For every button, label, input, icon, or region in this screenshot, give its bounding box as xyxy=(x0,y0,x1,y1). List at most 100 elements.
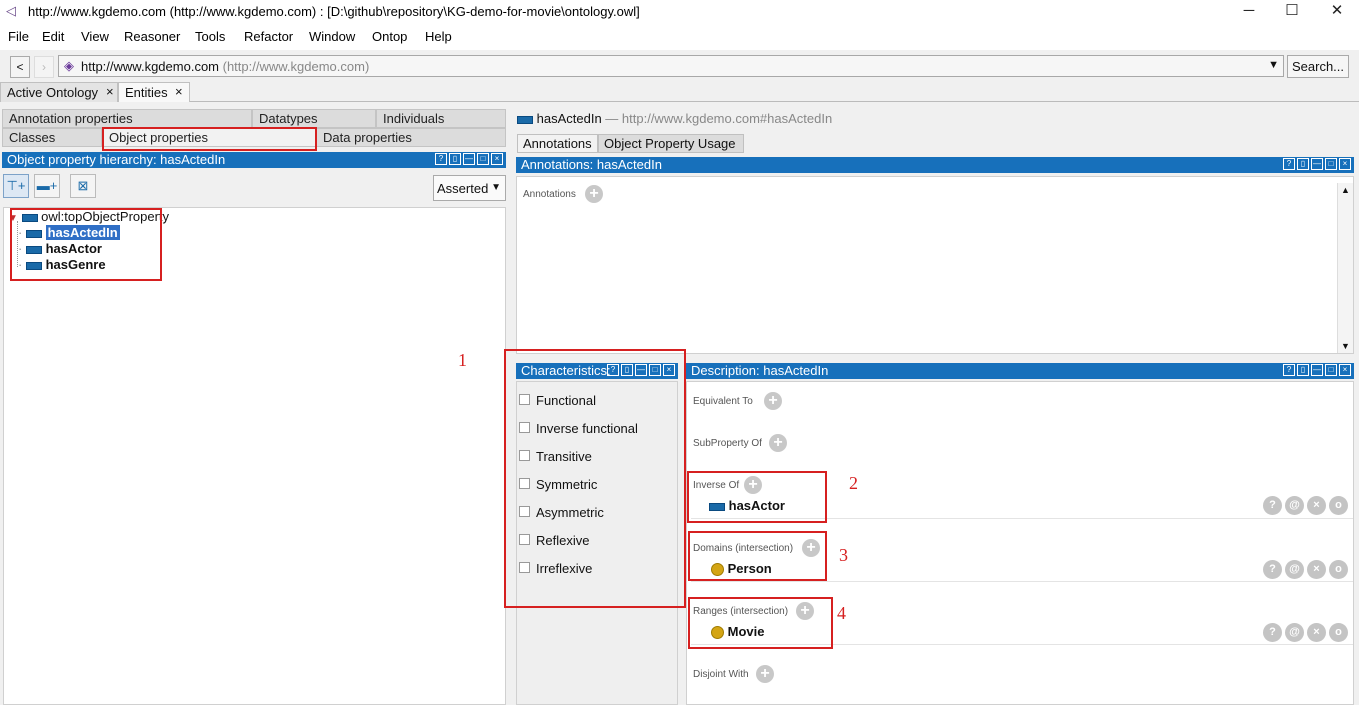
menu-window[interactable]: Window xyxy=(309,29,355,44)
hierarchy-mode-value: Asserted xyxy=(437,181,489,196)
search-button[interactable]: Search... xyxy=(1287,55,1349,78)
tab-object-property-usage[interactable]: Object Property Usage xyxy=(598,134,744,153)
annotate-icon[interactable]: @ xyxy=(1285,560,1304,579)
annotations-header: Annotations: hasActedIn ? ▯ — □ × xyxy=(516,157,1354,173)
add-equivalent-button[interactable]: + xyxy=(764,392,782,410)
help-icon[interactable]: ? xyxy=(1283,158,1295,170)
view-title: Description: hasActedIn xyxy=(691,363,829,378)
callout-3: 3 xyxy=(839,545,848,565)
ontology-iri-field[interactable]: ◈ http://www.kgdemo.com (http://www.kgde… xyxy=(58,55,1284,77)
tab-close-icon[interactable]: × xyxy=(106,84,114,99)
add-sub-property-button[interactable]: ⊤+ xyxy=(3,174,29,198)
window-title: http://www.kgdemo.com (http://www.kgdemo… xyxy=(28,4,640,19)
object-property-hierarchy-header: Object property hierarchy: hasActedIn ? … xyxy=(2,152,506,168)
add-sub-property-icon: ⊤+ xyxy=(6,178,26,193)
entity-name: hasActedIn xyxy=(536,111,602,126)
maximize-button[interactable]: ☐ xyxy=(1269,0,1315,24)
forward-button[interactable]: › xyxy=(34,56,54,78)
menu-tools[interactable]: Tools xyxy=(195,29,225,44)
highlight-box-characteristics xyxy=(504,349,686,608)
back-button[interactable]: < xyxy=(10,56,30,78)
hierarchy-mode-select[interactable]: Asserted ▼ xyxy=(433,175,506,201)
tab-annotations[interactable]: Annotations xyxy=(517,134,598,153)
highlight-box-inverse-of xyxy=(687,471,827,523)
ontology-iri-grey: (http://www.kgdemo.com) xyxy=(222,59,370,74)
close-view-icon[interactable]: × xyxy=(491,153,503,165)
subtab-data-properties[interactable]: Data properties xyxy=(316,128,506,147)
help-icon[interactable]: ? xyxy=(1283,364,1295,376)
split-icon[interactable]: ▯ xyxy=(1297,364,1309,376)
tab-label: Active Ontology xyxy=(7,85,99,100)
property-tree: ▼ owl:topObjectProperty · hasActedIn · h… xyxy=(3,207,506,705)
subtab-individuals[interactable]: Individuals xyxy=(376,109,506,128)
minimize-view-icon[interactable]: — xyxy=(1311,364,1323,376)
add-disjoint-button[interactable]: + xyxy=(756,665,774,683)
add-sibling-property-button[interactable]: ▬+ xyxy=(34,174,60,198)
view-title: Object property hierarchy: hasActedIn xyxy=(7,152,226,167)
edit-icon[interactable]: o xyxy=(1329,623,1348,642)
object-property-icon xyxy=(517,115,533,124)
menu-reasoner[interactable]: Reasoner xyxy=(124,29,180,44)
ontology-iri: http://www.kgdemo.com (http://www.kgdemo… xyxy=(81,59,369,74)
scroll-down-icon[interactable]: ▼ xyxy=(1341,341,1350,351)
subtab-datatypes[interactable]: Datatypes xyxy=(252,109,376,128)
menu-view[interactable]: View xyxy=(81,29,109,44)
subtab-annotation-properties[interactable]: Annotation properties xyxy=(2,109,252,128)
delete-icon[interactable]: × xyxy=(1307,560,1326,579)
minimize-view-icon[interactable]: — xyxy=(463,153,475,165)
ontology-iri-text: http://www.kgdemo.com xyxy=(81,59,219,74)
delete-icon[interactable]: × xyxy=(1307,623,1326,642)
maximize-view-icon[interactable]: □ xyxy=(477,153,489,165)
menu-bar: File Edit View Reasoner Tools Refactor W… xyxy=(0,24,1359,50)
equivalent-to-label: Equivalent To xyxy=(693,396,753,407)
highlight-box-domains xyxy=(688,531,827,581)
view-header-icons: ? ▯ — □ × xyxy=(1283,158,1351,170)
menu-ontop[interactable]: Ontop xyxy=(372,29,407,44)
help-icon[interactable]: ? xyxy=(435,153,447,165)
tab-close-icon[interactable]: × xyxy=(175,84,183,99)
edit-icon[interactable]: o xyxy=(1329,560,1348,579)
annotate-icon[interactable]: @ xyxy=(1285,496,1304,515)
highlight-box-tree xyxy=(10,208,162,281)
view-header-icons: ? ▯ — □ × xyxy=(1283,364,1351,376)
delete-property-button[interactable]: ⊠ xyxy=(70,174,96,198)
menu-file[interactable]: File xyxy=(8,29,29,44)
menu-help[interactable]: Help xyxy=(425,29,452,44)
minimize-button[interactable]: ─ xyxy=(1226,0,1272,24)
explain-icon[interactable]: ? xyxy=(1263,496,1282,515)
tab-active-ontology[interactable]: Active Ontology xyxy=(0,82,118,102)
annotations-scrollbar[interactable]: ▲ ▼ xyxy=(1337,183,1353,353)
split-icon[interactable]: ▯ xyxy=(449,153,461,165)
close-window-button[interactable]: ✕ xyxy=(1314,0,1359,24)
entity-iri: — http://www.kgdemo.com#hasActedIn xyxy=(605,111,833,126)
edit-icon[interactable]: o xyxy=(1329,496,1348,515)
explain-icon[interactable]: ? xyxy=(1263,623,1282,642)
app-icon: ◁ xyxy=(6,3,16,18)
inverse-row-buttons: ? @ × o xyxy=(1263,496,1348,515)
menu-edit[interactable]: Edit xyxy=(42,29,64,44)
delete-icon[interactable]: × xyxy=(1307,496,1326,515)
divider xyxy=(691,581,1353,582)
delete-property-icon: ⊠ xyxy=(77,178,89,193)
callout-1: 1 xyxy=(458,350,467,370)
add-subproperty-button[interactable]: + xyxy=(769,434,787,452)
add-annotation-button[interactable]: + xyxy=(585,185,603,203)
workspace-tabs: Active Ontology × Entities × xyxy=(0,82,1359,102)
subtab-classes[interactable]: Classes xyxy=(2,128,102,147)
description-header: Description: hasActedIn ? ▯ — □ × xyxy=(686,363,1354,379)
minimize-view-icon[interactable]: — xyxy=(1311,158,1323,170)
annotations-panel: Annotations + ▲ ▼ xyxy=(516,176,1354,354)
chevron-down-icon[interactable]: ▼ xyxy=(1268,59,1279,71)
subproperty-of-label: SubProperty Of xyxy=(693,438,762,449)
maximize-view-icon[interactable]: □ xyxy=(1325,364,1337,376)
tab-label: Entities xyxy=(125,85,168,100)
scroll-up-icon[interactable]: ▲ xyxy=(1341,185,1350,195)
close-view-icon[interactable]: × xyxy=(1339,158,1351,170)
callout-2: 2 xyxy=(849,473,858,493)
close-view-icon[interactable]: × xyxy=(1339,364,1351,376)
menu-refactor[interactable]: Refactor xyxy=(244,29,293,44)
maximize-view-icon[interactable]: □ xyxy=(1325,158,1337,170)
annotate-icon[interactable]: @ xyxy=(1285,623,1304,642)
split-icon[interactable]: ▯ xyxy=(1297,158,1309,170)
explain-icon[interactable]: ? xyxy=(1263,560,1282,579)
